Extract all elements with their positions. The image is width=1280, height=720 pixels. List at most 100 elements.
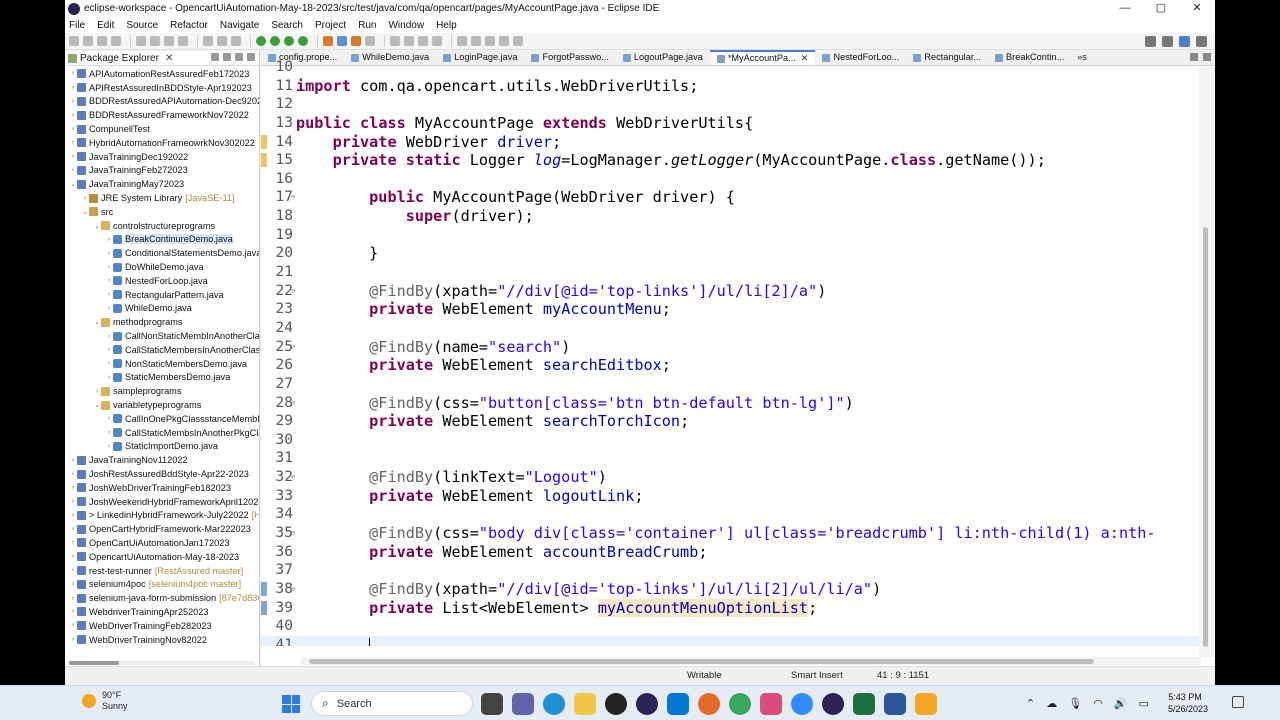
tree-item[interactable]: › OpenCartUiAutomationJan172023: [65, 536, 259, 550]
tree-item[interactable]: › OpenCartHybridFramework-Mar222023: [65, 522, 259, 536]
tree-item[interactable]: › selenium-java-form-submission[87e7d83C: [65, 591, 259, 605]
eclipse-active-icon[interactable]: [822, 693, 844, 715]
expanded-arrow-icon[interactable]: ⌄: [93, 318, 101, 326]
collapsed-arrow-icon[interactable]: ›: [69, 636, 77, 643]
code-line[interactable]: 32 ⊖ @FindBy(linkText="Logout"): [261, 468, 1199, 487]
external-tools-icon[interactable]: [298, 36, 308, 46]
tree-item[interactable]: ⌄ variabletypeprograms: [65, 398, 259, 412]
collapsed-arrow-icon[interactable]: ›: [105, 264, 113, 271]
fold-toggle-icon[interactable]: ⊖: [291, 188, 295, 207]
tree-item[interactable]: › CompunellTest: [65, 122, 259, 136]
onedrive-icon[interactable]: ☁: [1046, 697, 1057, 710]
tree-item[interactable]: › BDDRestAssuredFrameworkNov72022: [65, 108, 259, 122]
file-explorer-icon[interactable]: [574, 693, 596, 715]
fold-toggle-icon[interactable]: ⊖: [291, 468, 295, 487]
tray-chevron-icon[interactable]: ⌃: [1026, 697, 1035, 710]
code-line[interactable]: 35 ⊖ @FindBy(css="body div[class='contain…: [261, 524, 1199, 543]
collapsed-arrow-icon[interactable]: ›: [69, 539, 77, 546]
collapsed-arrow-icon[interactable]: ›: [105, 374, 113, 381]
collapsed-arrow-icon[interactable]: ›: [69, 608, 77, 615]
menu-help[interactable]: Help: [436, 20, 457, 31]
close-button[interactable]: ✕: [1179, 0, 1215, 17]
battery-icon[interactable]: ▭: [1139, 697, 1149, 710]
tree-item[interactable]: › JRE System Library [JavaSE-11]: [65, 191, 259, 205]
menu-search[interactable]: Search: [271, 20, 303, 31]
minimize-view-icon[interactable]: [247, 53, 255, 61]
tree-item[interactable]: › StaticImportDemo.java: [65, 440, 259, 454]
tree-item[interactable]: › CallNonStaticMembInAnotherCla: [65, 329, 259, 343]
menu-source[interactable]: Source: [126, 20, 158, 31]
code-line[interactable]: 13 public class MyAccountPage extends Web…: [261, 114, 1199, 133]
code-line[interactable]: 12: [261, 95, 1199, 114]
close-view-icon[interactable]: ✕: [165, 53, 173, 64]
vlc-icon[interactable]: [915, 693, 937, 715]
collapsed-arrow-icon[interactable]: ›: [105, 250, 113, 257]
tree-item[interactable]: ⌄ controlstructureprograms: [65, 219, 259, 233]
search-toolbar-icon[interactable]: [390, 36, 400, 46]
editor-horizontal-scrollbar[interactable]: [301, 657, 1201, 665]
volume-icon[interactable]: 🔊: [1114, 697, 1128, 710]
collapsed-arrow-icon[interactable]: ›: [69, 84, 77, 91]
collapsed-arrow-icon[interactable]: ›: [69, 126, 77, 133]
link-with-editor-icon[interactable]: [223, 53, 231, 61]
collapsed-arrow-icon[interactable]: ›: [93, 388, 101, 395]
quick-access-search-icon[interactable]: [1145, 36, 1156, 47]
warning-marker-icon[interactable]: [261, 134, 267, 149]
collapsed-arrow-icon[interactable]: ›: [81, 195, 89, 202]
toggle-block-icon[interactable]: [418, 36, 428, 46]
run-icon[interactable]: [270, 36, 280, 46]
java-perspective-icon[interactable]: [1179, 36, 1190, 47]
save-all-icon[interactable]: [97, 36, 107, 46]
code-line[interactable]: 30: [261, 431, 1199, 450]
collapsed-arrow-icon[interactable]: ›: [69, 471, 77, 478]
edge-icon[interactable]: [543, 693, 565, 715]
editor-vertical-scrollbar[interactable]: [1199, 67, 1215, 657]
collapsed-arrow-icon[interactable]: ›: [105, 277, 113, 284]
code-line[interactable]: 20 }: [261, 244, 1199, 263]
tree-item[interactable]: › APIRestAssuredInBDDStyle-Apr192023: [65, 81, 259, 95]
tree-item[interactable]: › JavaTrainingNov112022: [65, 453, 259, 467]
coverage-icon[interactable]: [284, 36, 294, 46]
collapsed-arrow-icon[interactable]: ›: [105, 360, 113, 367]
code-line[interactable]: 31: [261, 449, 1199, 468]
tree-item[interactable]: › WebdriverTrainingApr252023: [65, 605, 259, 619]
step-into-icon[interactable]: [203, 36, 213, 46]
fold-toggle-icon[interactable]: ⊖: [291, 394, 295, 413]
change-marker-icon[interactable]: [261, 581, 267, 596]
fold-toggle-icon[interactable]: ⊖: [291, 282, 295, 301]
wifi-icon[interactable]: ◠: [1093, 697, 1103, 710]
code-line[interactable]: 23 private WebElement myAccountMenu;: [261, 300, 1199, 319]
fold-toggle-icon[interactable]: ⊖: [291, 338, 295, 357]
tree-item[interactable]: ⌄ JavaTrainingMay72023: [65, 177, 259, 191]
teams-icon[interactable]: [512, 693, 534, 715]
collapsed-arrow-icon[interactable]: ›: [69, 167, 77, 174]
excel-icon[interactable]: [853, 693, 875, 715]
code-line[interactable]: 18 super(driver);: [261, 207, 1199, 226]
next-annotation-icon[interactable]: [457, 36, 467, 46]
collapsed-arrow-icon[interactable]: ›: [69, 139, 77, 146]
fold-toggle-icon[interactable]: ⊖: [291, 524, 295, 543]
menu-edit[interactable]: Edit: [97, 20, 114, 31]
tree-item[interactable]: › ConditionalStatementsDemo.java: [65, 246, 259, 260]
maximize-button[interactable]: ▢: [1143, 0, 1179, 17]
collapsed-arrow-icon[interactable]: ›: [69, 622, 77, 629]
pin-editor-icon[interactable]: [513, 36, 523, 46]
code-line[interactable]: 10: [261, 58, 1199, 77]
taskbar-search[interactable]: ⌕ Search: [311, 691, 473, 716]
tree-item[interactable]: › JoshWeekendHybridFrameworkApril12023: [65, 495, 259, 509]
maximize-editor-icon[interactable]: [1203, 53, 1211, 61]
code-line[interactable]: 28 ⊖ @FindBy(css="button[class='btn btn-d…: [261, 394, 1199, 413]
menu-window[interactable]: Window: [388, 20, 424, 31]
code-line[interactable]: 27: [261, 375, 1199, 394]
expanded-arrow-icon[interactable]: ⌄: [93, 401, 101, 409]
code-line[interactable]: 17 ⊖ public MyAccountPage(WebDriver drive…: [261, 188, 1199, 207]
open-perspective-icon[interactable]: [1162, 36, 1173, 47]
tree-item[interactable]: › CallInOnePkgClassstanceMembIn: [65, 412, 259, 426]
collapse-all-icon[interactable]: [211, 53, 219, 61]
word-icon[interactable]: [884, 693, 906, 715]
forward-icon[interactable]: [499, 36, 509, 46]
tree-item[interactable]: › WebDriverTrainingNov82022: [65, 633, 259, 647]
menu-file[interactable]: File: [69, 20, 85, 31]
tree-item[interactable]: › sampleprograms: [65, 384, 259, 398]
code-line[interactable]: 19: [261, 226, 1199, 245]
